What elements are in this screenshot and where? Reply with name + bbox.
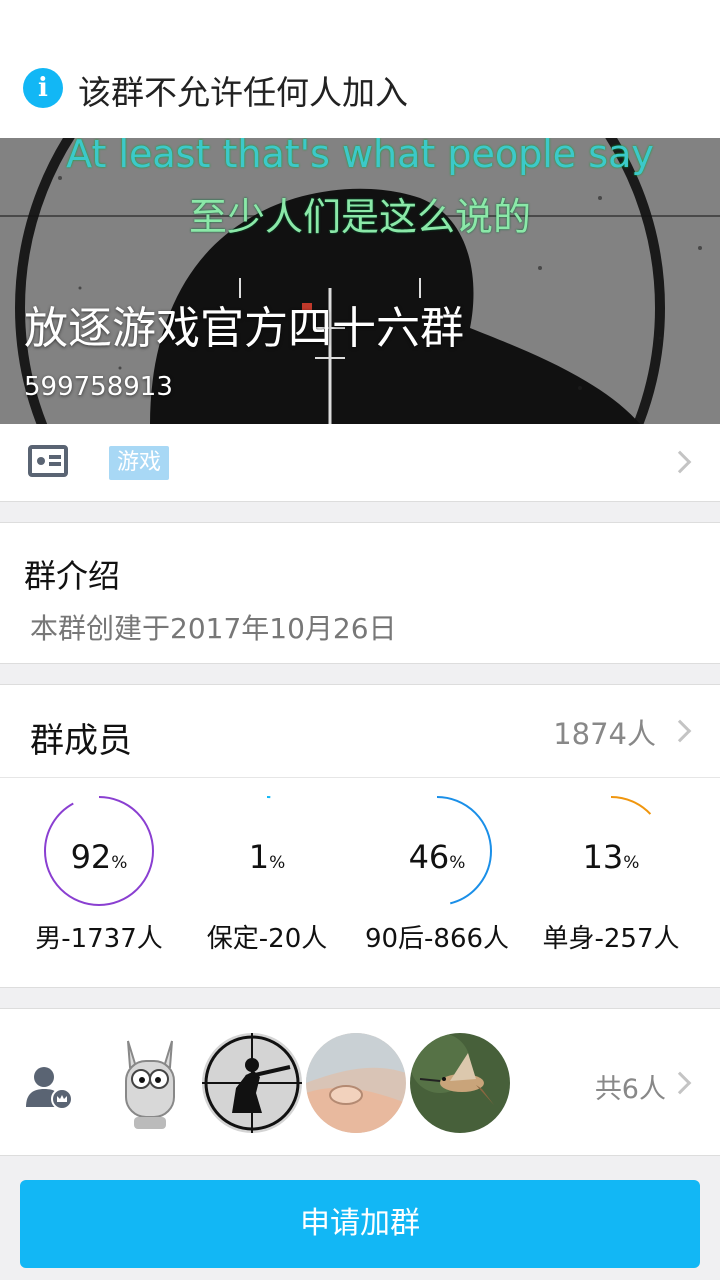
members-count: 1874人 bbox=[553, 717, 656, 751]
notice-text: 该群不允许任何人加入 bbox=[78, 73, 408, 112]
admin-avatars-row[interactable]: 共6人 bbox=[0, 1008, 720, 1156]
member-avatar[interactable] bbox=[100, 1033, 200, 1133]
chevron-right-icon bbox=[668, 719, 692, 743]
member-avatar[interactable] bbox=[202, 1033, 302, 1133]
info-icon: i bbox=[23, 68, 63, 108]
group-name: 放逐游戏官方四十六群 bbox=[24, 303, 464, 354]
members-header[interactable]: 群成员 1874人 bbox=[0, 684, 720, 778]
intro-description: 本群创建于2017年10月26日 bbox=[30, 612, 397, 645]
stat-label: 单身-257人 bbox=[542, 924, 680, 954]
group-banner[interactable]: At least that's what people say 至少人们是这么说… bbox=[0, 138, 720, 424]
stat-percent: 1% bbox=[248, 838, 286, 876]
group-tag-row[interactable]: 游戏 bbox=[0, 424, 720, 502]
admins-total: 共6人 bbox=[594, 1074, 666, 1105]
member-avatar[interactable] bbox=[410, 1033, 510, 1133]
admin-user-icon bbox=[26, 1067, 73, 1110]
member-stat: 13% 单身-257人 bbox=[526, 778, 696, 988]
intro-title: 群介绍 bbox=[24, 557, 121, 595]
stat-label: 男-1737人 bbox=[35, 924, 163, 954]
category-tag: 游戏 bbox=[109, 446, 170, 480]
members-title: 群成员 bbox=[30, 721, 132, 761]
id-card-icon bbox=[28, 445, 68, 477]
lyric-chinese: 至少人们是这么说的 bbox=[188, 195, 531, 239]
group-id: 599758913 bbox=[24, 372, 173, 402]
member-stat: 1% 保定-20人 bbox=[182, 778, 352, 988]
member-stat: 92% 男-1737人 bbox=[14, 778, 184, 988]
member-avatar[interactable] bbox=[306, 1033, 406, 1133]
group-intro-section: 群介绍 本群创建于2017年10月26日 bbox=[0, 522, 720, 664]
stat-percent: 92% bbox=[70, 838, 128, 876]
member-stat: 46% 90后-866人 bbox=[352, 778, 522, 988]
lyric-english: At least that's what people say bbox=[66, 138, 654, 176]
member-stats: 92% 男-1737人 1% 保定-20人 46% 90后-866人 13% 单身-257人 bbox=[0, 778, 720, 988]
notice-bar: i 该群不允许任何人加入 bbox=[0, 0, 720, 138]
chevron-right-icon bbox=[668, 450, 692, 474]
join-group-button[interactable]: 申请加群 bbox=[20, 1180, 700, 1268]
chevron-right-icon bbox=[668, 1071, 692, 1095]
stat-label: 保定-20人 bbox=[206, 924, 328, 954]
stat-label: 90后-866人 bbox=[364, 924, 510, 954]
stat-percent: 13% bbox=[582, 838, 640, 876]
group-profile-page: i 该群不允许任何人加入 At least that's what people… bbox=[0, 0, 720, 1280]
stat-percent: 46% bbox=[408, 838, 466, 876]
